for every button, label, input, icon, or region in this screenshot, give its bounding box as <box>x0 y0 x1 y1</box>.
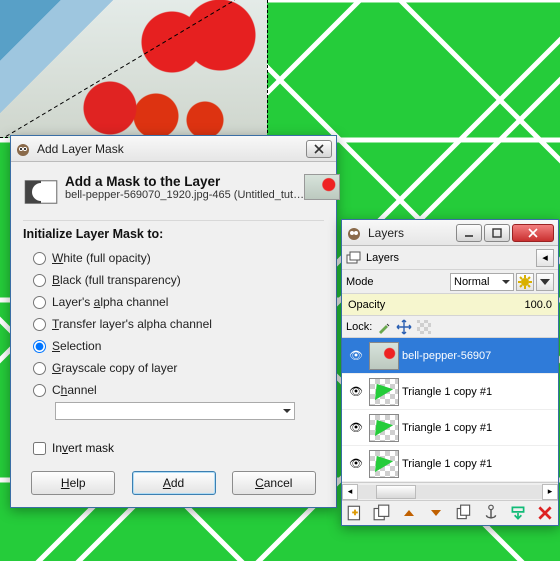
radio-transfer[interactable]: Transfer layer's alpha channel <box>23 313 324 335</box>
radio-white[interactable]: White (full opacity) <box>23 247 324 269</box>
radio-channel[interactable]: Channel <box>23 379 324 401</box>
layers-tab-icon[interactable] <box>346 250 362 266</box>
close-icon <box>314 144 324 154</box>
layer-thumbnail <box>369 378 399 406</box>
mode-row: Mode Normal <box>342 270 558 294</box>
layer-thumbnail <box>304 174 340 200</box>
lock-alpha-icon[interactable] <box>416 319 432 335</box>
add-button[interactable]: Add <box>132 471 216 495</box>
mode-label: Mode <box>346 276 374 288</box>
mode-gear-icon[interactable] <box>516 273 534 291</box>
minimize-button[interactable] <box>456 224 482 242</box>
dialog-header-sub: bell-pepper-569070_1920.jpg-465 (Untitle… <box>65 189 304 201</box>
layer-thumbnail <box>369 342 399 370</box>
opacity-row[interactable]: Opacity 100.0 <box>342 294 558 316</box>
layer-name[interactable]: Triangle 1 copy #1 <box>402 422 554 434</box>
tab-menu-icon[interactable]: ◂ <box>536 249 554 267</box>
visibility-icon[interactable]: 👁 <box>346 457 366 470</box>
visibility-icon[interactable]: 👁 <box>346 349 366 362</box>
cancel-button[interactable]: Cancel <box>232 471 316 495</box>
mode-dropdown-icon[interactable] <box>536 273 554 291</box>
layer-row[interactable]: 👁 Triangle 1 copy #1 <box>342 446 558 482</box>
radio-black[interactable]: Black (full transparency) <box>23 269 324 291</box>
layer-list: 👁 bell-pepper-56907 👁 Triangle 1 copy #1… <box>342 338 558 483</box>
gimp-icon <box>15 141 31 157</box>
image-preview <box>0 0 268 138</box>
opacity-label: Opacity <box>348 299 385 311</box>
merge-down-icon[interactable] <box>509 504 527 522</box>
layer-thumbnail <box>369 414 399 442</box>
visibility-icon[interactable]: 👁 <box>346 421 366 434</box>
layer-name[interactable]: bell-pepper-56907 <box>402 350 554 362</box>
help-button[interactable]: Help <box>31 471 115 495</box>
layer-row[interactable]: 👁 Triangle 1 copy #1 <box>342 410 558 446</box>
layer-row[interactable]: 👁 bell-pepper-56907 <box>342 338 558 374</box>
raise-layer-icon[interactable] <box>400 504 418 522</box>
close-button[interactable] <box>306 140 332 158</box>
close-button[interactable] <box>512 224 554 242</box>
lower-layer-icon[interactable] <box>427 504 445 522</box>
layers-panel: Layers Layers ◂ Mode Normal Opacity 100.… <box>341 219 559 526</box>
invert-mask-checkbox[interactable]: Invert mask <box>23 441 324 455</box>
section-label: Initialize Layer Mask to: <box>23 227 324 241</box>
new-group-icon[interactable] <box>373 504 391 522</box>
lock-label: Lock: <box>346 321 372 333</box>
duplicate-layer-icon[interactable] <box>455 504 473 522</box>
scroll-left-icon[interactable]: ◂ <box>342 484 358 500</box>
dialog-header-title: Add a Mask to the Layer <box>65 174 304 189</box>
radio-alpha[interactable]: Layer's alpha channel <box>23 291 324 313</box>
scroll-right-icon[interactable]: ▸ <box>542 484 558 500</box>
maximize-button[interactable] <box>484 224 510 242</box>
layers-bottom-toolbar <box>342 501 558 525</box>
mode-select[interactable]: Normal <box>450 273 514 291</box>
layer-row[interactable]: 👁 Triangle 1 copy #1 <box>342 374 558 410</box>
lock-move-icon[interactable] <box>396 319 412 335</box>
add-layer-mask-dialog: Add Layer Mask Add a Mask to the Layer b… <box>10 135 337 508</box>
layers-tab-label[interactable]: Layers <box>366 252 399 264</box>
radio-grayscale[interactable]: Grayscale copy of layer <box>23 357 324 379</box>
delete-layer-icon[interactable] <box>536 504 554 522</box>
layers-scrollbar[interactable]: ◂ ▸ <box>342 483 558 501</box>
radio-selection[interactable]: Selection <box>23 335 324 357</box>
gimp-icon <box>346 225 362 241</box>
tabs-row: Layers ◂ <box>342 246 558 270</box>
dialog-title: Add Layer Mask <box>37 142 304 156</box>
mask-icon <box>23 174 59 210</box>
anchor-layer-icon[interactable] <box>482 504 500 522</box>
lock-paint-icon[interactable] <box>376 319 392 335</box>
new-layer-icon[interactable] <box>346 504 364 522</box>
opacity-value: 100.0 <box>524 299 552 311</box>
layer-thumbnail <box>369 450 399 478</box>
visibility-icon[interactable]: 👁 <box>346 385 366 398</box>
dialog-titlebar[interactable]: Add Layer Mask <box>11 136 336 162</box>
layer-name[interactable]: Triangle 1 copy #1 <box>402 458 554 470</box>
layers-titlebar[interactable]: Layers <box>342 220 558 246</box>
layers-title: Layers <box>368 226 454 240</box>
lock-row: Lock: <box>342 316 558 338</box>
channel-select[interactable] <box>55 402 295 420</box>
layer-name[interactable]: Triangle 1 copy #1 <box>402 386 554 398</box>
